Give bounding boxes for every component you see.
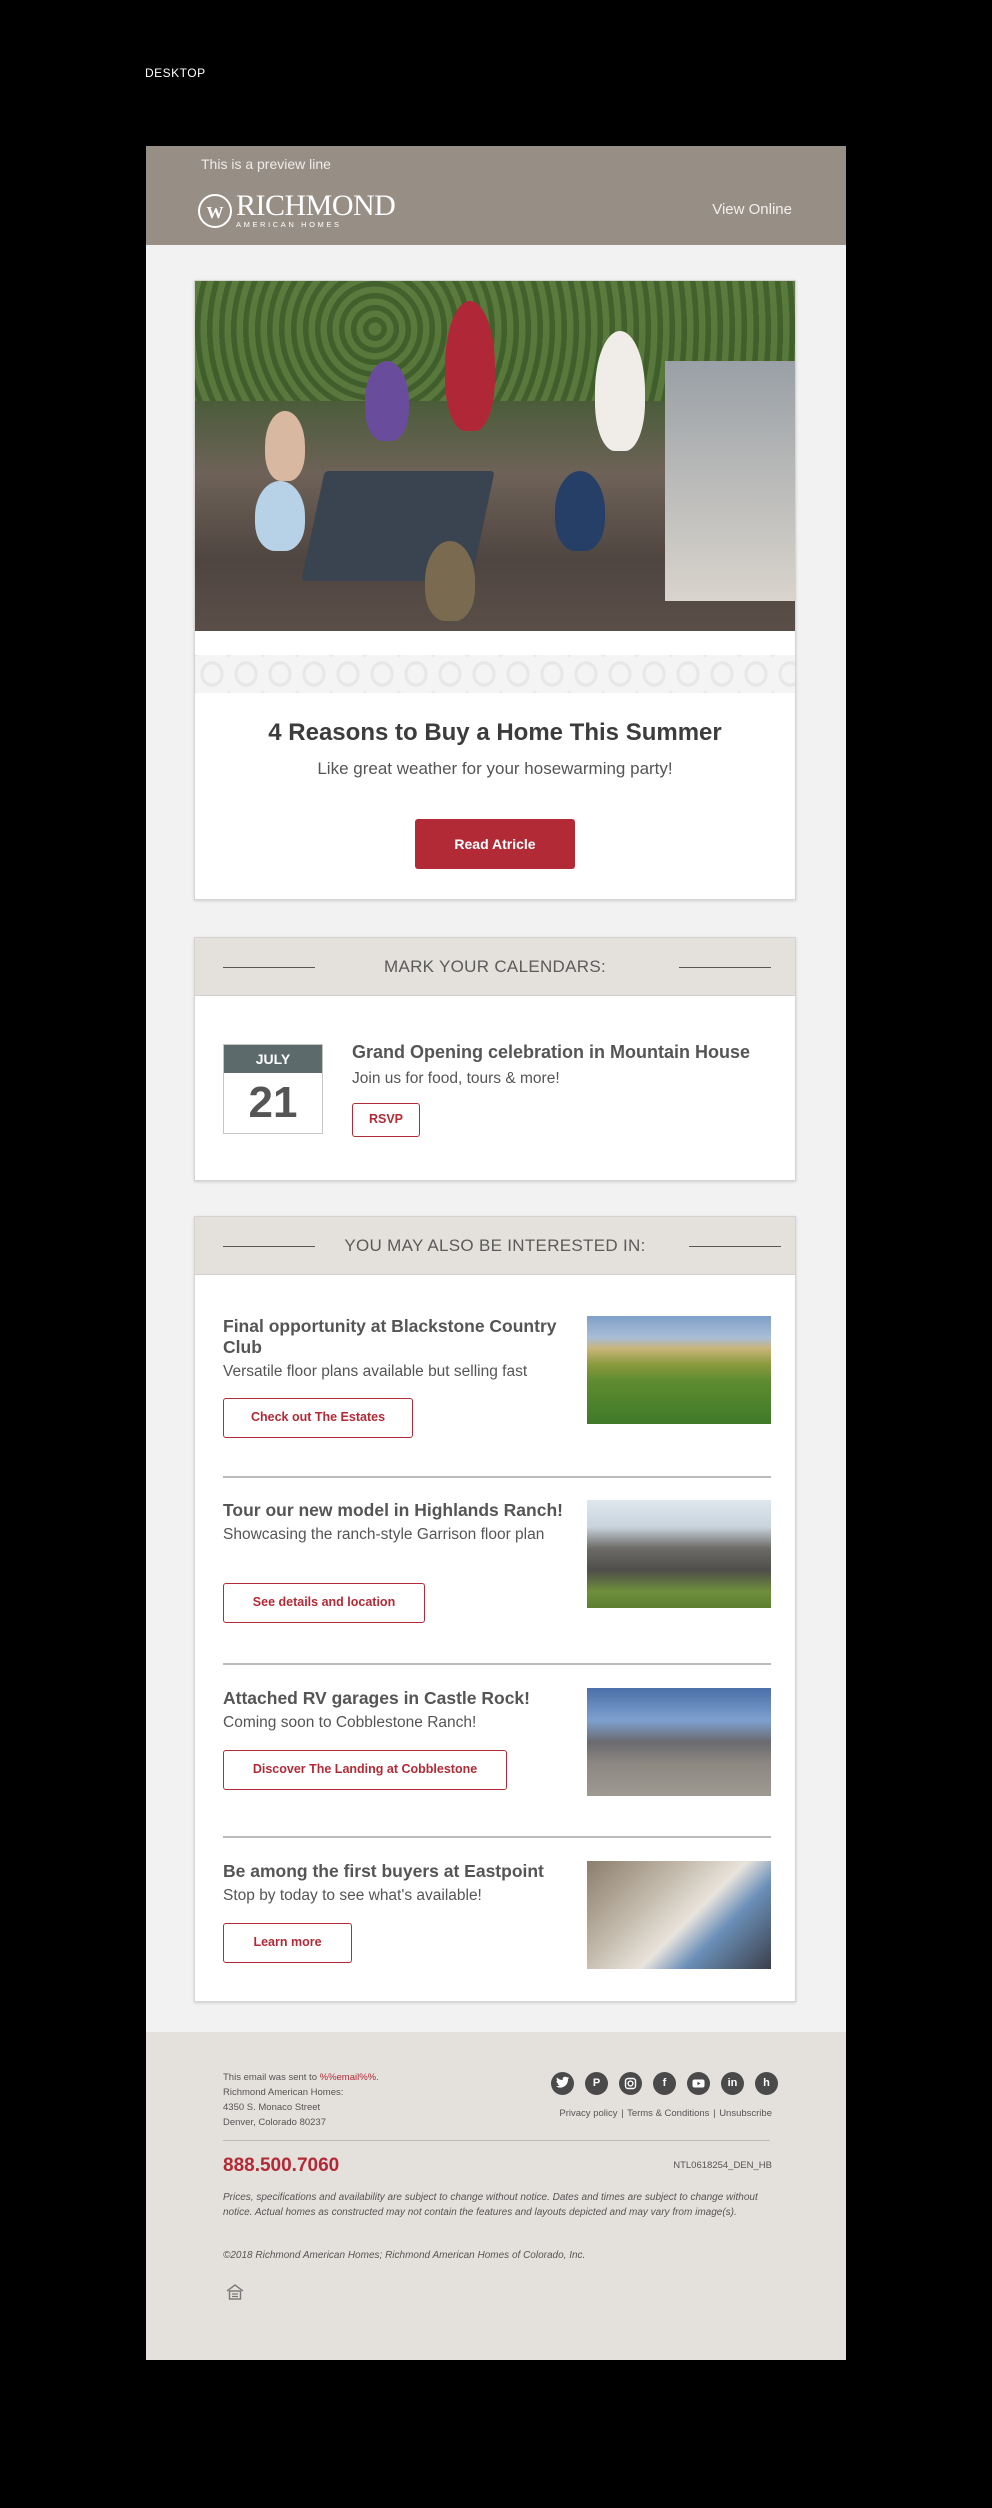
phone-number-link[interactable]: 888.500.7060 <box>223 2155 339 2177</box>
footer-divider <box>223 2140 770 2141</box>
unsubscribe-link[interactable]: Unsubscribe <box>719 2108 772 2119</box>
email-container: This is a preview line RICHMOND AMERICAN… <box>146 146 846 2360</box>
privacy-policy-link[interactable]: Privacy policy <box>559 2108 617 2119</box>
interest-section-title: YOU MAY ALSO BE INTERESTED IN: <box>344 1235 646 1255</box>
header-rule-right <box>679 967 771 968</box>
event-month: JULY <box>224 1045 322 1073</box>
footer-links: Privacy policy | Terms & Conditions | Un… <box>559 2108 772 2119</box>
hero-title: 4 Reasons to Buy a Home This Summer <box>268 719 722 746</box>
item-divider <box>223 1663 771 1665</box>
terms-conditions-link[interactable]: Terms & Conditions <box>627 2108 709 2119</box>
item-divider <box>223 1476 771 1478</box>
check-out-estates-button[interactable]: Check out The Estates <box>223 1398 413 1438</box>
rsvp-button[interactable]: RSVP <box>352 1103 420 1137</box>
list-item: Attached RV garages in Castle Rock! Comi… <box>223 1688 771 1808</box>
calendar-section-header: MARK YOUR CALENDARS: <box>195 938 795 996</box>
item-title: Final opportunity at Blackstone Country … <box>223 1316 557 1357</box>
list-item: Tour our new model in Highlands Ranch! S… <box>223 1500 771 1640</box>
campaign-code: NTL0618254_DEN_HB <box>673 2160 772 2171</box>
item-divider <box>223 1836 771 1838</box>
richmond-logo[interactable]: RICHMOND AMERICAN HOMES <box>198 189 396 229</box>
read-article-button[interactable]: Read Atricle <box>415 819 575 869</box>
youtube-icon[interactable] <box>687 2072 710 2095</box>
footer-address: This email was sent to %%email%%. Richmo… <box>223 2070 379 2130</box>
desktop-label: DESKTOP <box>145 66 206 80</box>
recipient-email[interactable]: %%email%% <box>320 2072 377 2083</box>
facebook-icon[interactable]: f <box>653 2072 676 2095</box>
company-name: Richmond American Homes: <box>223 2087 344 2098</box>
linkedin-icon[interactable]: in <box>721 2072 744 2095</box>
link-separator: | <box>713 2108 716 2119</box>
houzz-icon[interactable]: h <box>755 2072 778 2095</box>
city-address: Denver, Colorado 80237 <box>223 2117 326 2128</box>
see-details-button[interactable]: See details and location <box>223 1583 425 1623</box>
interior-living-room-photo[interactable] <box>587 1861 771 1969</box>
hero-family-patio-photo[interactable] <box>195 281 795 631</box>
equal-housing-icon <box>226 2284 244 2300</box>
item-title: Be among the first buyers at Eastpoint <box>223 1861 544 1881</box>
decorative-pattern-divider <box>195 655 795 693</box>
logo-seal-icon <box>198 194 232 228</box>
calendar-date-icon: JULY 21 <box>223 1044 323 1134</box>
social-icons: P f in h <box>551 2072 778 2095</box>
model-home-photo[interactable] <box>587 1500 771 1608</box>
interest-card: YOU MAY ALSO BE INTERESTED IN: Final opp… <box>194 1216 796 2002</box>
twitter-icon[interactable] <box>551 2072 574 2095</box>
event-title: Grand Opening celebration in Mountain Ho… <box>352 1042 751 1062</box>
link-separator: | <box>621 2108 624 2119</box>
calendar-section-title: MARK YOUR CALENDARS: <box>383 956 606 976</box>
sent-to-suffix: . <box>376 2072 379 2083</box>
golf-course-photo[interactable] <box>587 1316 771 1424</box>
calendar-card: MARK YOUR CALENDARS: JULY 21 Grand Openi… <box>194 937 796 1181</box>
view-online-link[interactable]: View Online <box>712 201 792 218</box>
rv-garage-home-photo[interactable] <box>587 1688 771 1796</box>
hero-subtitle: Like great weather for your hosewarming … <box>317 759 673 778</box>
event-day: 21 <box>248 1078 298 1127</box>
item-title: Attached RV garages in Castle Rock! <box>223 1688 530 1708</box>
list-item: Final opportunity at Blackstone Country … <box>223 1316 771 1456</box>
hero-card: 4 Reasons to Buy a Home This Summer Like… <box>194 280 796 900</box>
discover-landing-button[interactable]: Discover The Landing at Cobblestone <box>223 1750 507 1790</box>
header-rule-left <box>223 1246 315 1247</box>
learn-more-button[interactable]: Learn more <box>223 1923 352 1963</box>
copyright-text: ©2018 Richmond American Homes; Richmond … <box>223 2250 586 2261</box>
header-rule-left <box>223 967 315 968</box>
event-subtitle: Join us for food, tours & more! <box>352 1070 560 1087</box>
email-footer: This email was sent to %%email%%. Richmo… <box>146 2032 846 2360</box>
legal-disclaimer: Prices, specifications and availability … <box>223 2192 758 2218</box>
logo-name: RICHMOND <box>236 189 396 222</box>
instagram-icon[interactable] <box>619 2072 642 2095</box>
preview-line: This is a preview line <box>201 156 331 172</box>
interest-section-header: YOU MAY ALSO BE INTERESTED IN: <box>195 1217 795 1275</box>
email-header: This is a preview line RICHMOND AMERICAN… <box>146 146 846 245</box>
item-title: Tour our new model in Highlands Ranch! <box>223 1500 563 1520</box>
list-item: Be among the first buyers at Eastpoint S… <box>223 1861 771 1981</box>
sent-to-text: This email was sent to <box>223 2072 320 2083</box>
header-rule-right <box>689 1246 781 1247</box>
pinterest-icon[interactable]: P <box>585 2072 608 2095</box>
street-address: 4350 S. Monaco Street <box>223 2102 321 2113</box>
